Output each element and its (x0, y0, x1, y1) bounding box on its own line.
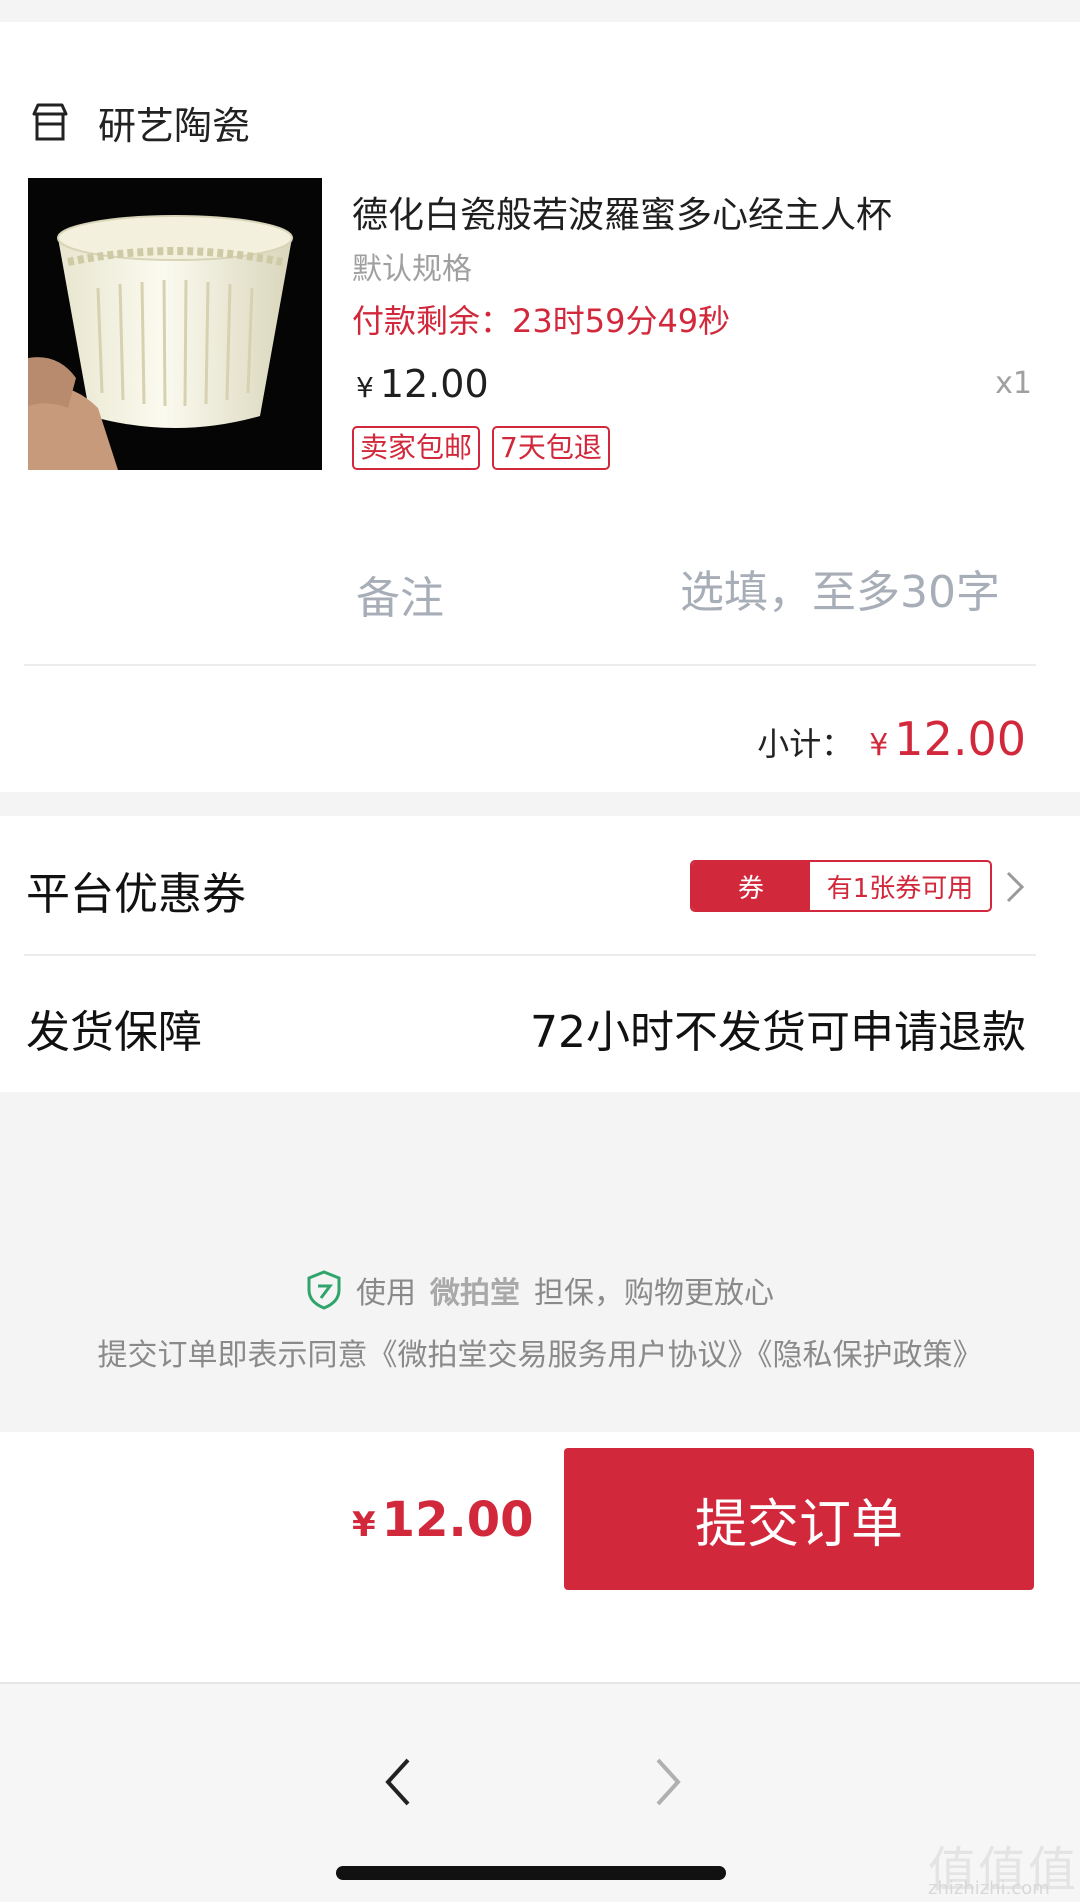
coupon-badge-icon: 券 (692, 862, 816, 910)
price-row: ¥12.00 x1 (352, 362, 1032, 412)
subtotal-label: 小计： (757, 725, 854, 763)
divider (24, 664, 1036, 666)
options-card: 平台优惠券 券 有1张券可用 发货保障 72小时不发货可申请退款 (0, 816, 1080, 1092)
porcelain-cup-image (28, 178, 322, 470)
total-value: 12.00 (381, 1492, 534, 1548)
submit-order-button[interactable]: 提交订单 (564, 1448, 1034, 1590)
divider (24, 954, 1036, 956)
subtotal-value: 12.00 (894, 712, 1026, 766)
browser-nav-bar (0, 1682, 1080, 1902)
coupon-label: 平台优惠券 (26, 869, 246, 920)
tag-free-shipping: 卖家包邮 (352, 426, 481, 470)
coupon-available-text: 有1张券可用 (826, 873, 974, 904)
shield-icon (307, 1270, 341, 1310)
agreement-text[interactable]: 提交订单即表示同意《微拍堂交易服务用户协议》《隐私保护政策》 (0, 1330, 1080, 1374)
remark-input[interactable] (620, 552, 1000, 632)
product-image[interactable] (28, 178, 322, 470)
product-quantity: x1 (995, 366, 1032, 401)
back-arrow-icon[interactable] (378, 1752, 418, 1812)
product-price: ¥12.00 (356, 362, 489, 406)
payment-countdown: 付款剩余：23时59分49秒 (352, 302, 731, 340)
service-tags: 卖家包邮 7天包退 (352, 426, 610, 470)
checkout-bar: ¥ 12.00 提交订单 (0, 1432, 1080, 1682)
brand-name: 微拍堂 (430, 1276, 520, 1311)
shop-name: 研艺陶瓷 (98, 103, 251, 148)
total-price: ¥ 12.00 (352, 1492, 534, 1548)
total-currency: ¥ (352, 1505, 376, 1545)
home-indicator[interactable] (336, 1866, 726, 1880)
subtotal-currency: ¥ (869, 728, 889, 763)
shipping-value: 72小时不发货可申请退款 (530, 1007, 1026, 1058)
product-spec: 默认规格 (352, 252, 472, 287)
tag-7day-return: 7天包退 (492, 426, 610, 470)
forward-arrow-icon[interactable] (648, 1752, 688, 1812)
chevron-right-icon[interactable] (1004, 870, 1026, 904)
remark-row: 备注 (0, 552, 1080, 652)
watermark-url: zhizhizhi.com (928, 1878, 1050, 1899)
shipping-label: 发货保障 (26, 1007, 202, 1058)
product-title[interactable]: 德化白瓷般若波羅蜜多心经主人杯 (352, 186, 892, 238)
order-card: 研艺陶瓷 德化白瓷般若波羅蜜多心经主人杯 默认规格 付款剩余：23时59分49秒… (0, 22, 1080, 792)
guarantee-prefix: 使用 (356, 1276, 416, 1311)
remark-label: 备注 (356, 573, 444, 624)
store-icon (32, 103, 68, 141)
subtotal: 小计： ¥ 12.00 (757, 712, 1026, 766)
guarantee-suffix: 担保，购物更放心 (534, 1276, 774, 1311)
shop-header[interactable]: 研艺陶瓷 (28, 72, 250, 172)
guarantee-notice: 使用 微拍堂 担保，购物更放心 (0, 1268, 1080, 1312)
coupon-badge[interactable]: 券 有1张券可用 (690, 860, 992, 912)
